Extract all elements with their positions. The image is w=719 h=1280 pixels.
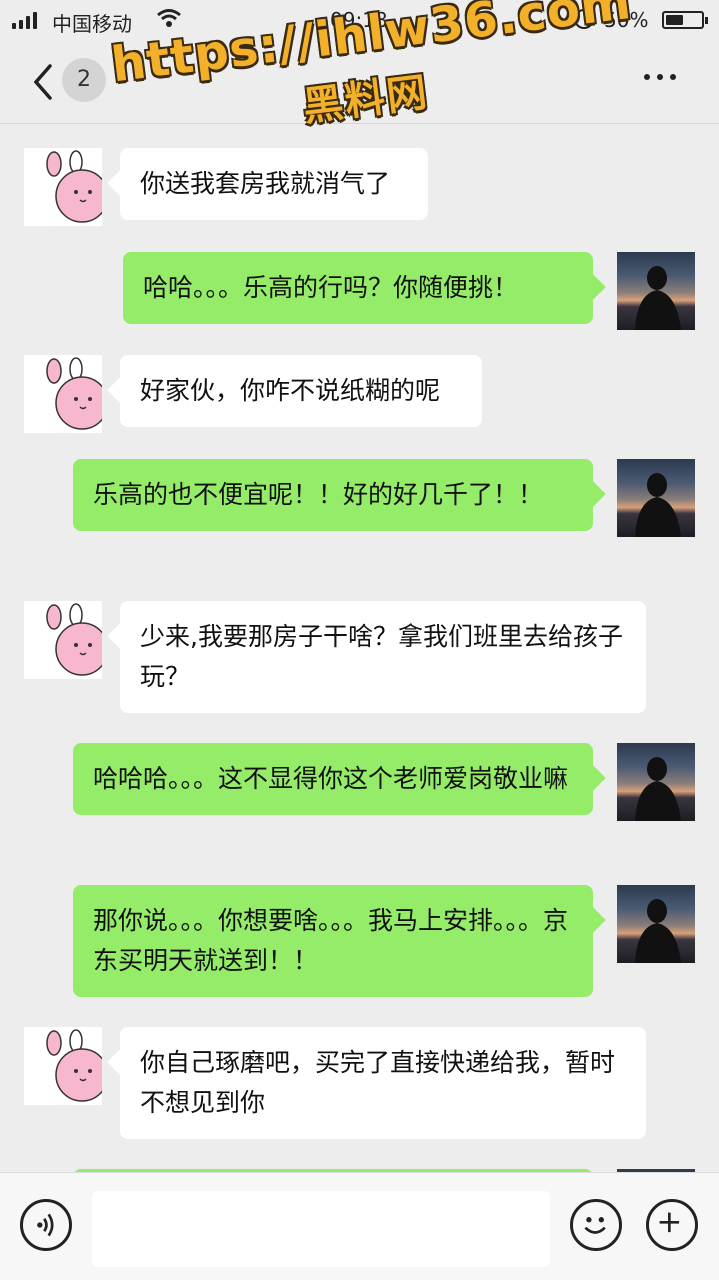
- unread-count-badge[interactable]: 2: [62, 58, 106, 102]
- received-message-bubble[interactable]: 好家伙，你咋不说纸糊的呢: [120, 355, 482, 427]
- my-avatar[interactable]: [617, 252, 695, 330]
- plus-icon[interactable]: [646, 1199, 698, 1251]
- sent-message-bubble[interactable]: 哈哈。。。乐高的行吗？你随便挑！: [123, 252, 593, 324]
- sent-message-bubble[interactable]: 哈哈哈。。。这不显得你这个老师爱岗敬业嘛: [73, 743, 593, 815]
- battery-icon: [662, 11, 708, 29]
- sent-message-bubble[interactable]: 乐高的也不便宜呢！！好的好几千了！！: [73, 459, 593, 531]
- my-avatar[interactable]: [617, 743, 695, 821]
- alarm-icon: [574, 9, 594, 29]
- emoji-icon[interactable]: [570, 1199, 622, 1251]
- back-chevron-icon[interactable]: [30, 62, 60, 102]
- my-avatar[interactable]: [617, 885, 695, 963]
- message-list[interactable]: 你送我套房我就消气了 哈哈。。。乐高的行吗？你随便挑！ 好家伙，你咋不说纸糊的呢…: [0, 124, 719, 1172]
- battery-percent: 50%: [604, 8, 649, 32]
- clock-time: 09:18: [330, 8, 388, 32]
- my-avatar[interactable]: [617, 459, 695, 537]
- status-bar: 中国移动 09:18 50%: [0, 0, 719, 40]
- message-input[interactable]: [92, 1191, 550, 1267]
- sent-message-bubble[interactable]: 那你说。。。你想要啥。。。我马上安排。。。京东买明天就送到！！: [73, 885, 593, 997]
- wifi-icon: [157, 9, 181, 27]
- signal-icon: [12, 11, 37, 29]
- contact-avatar[interactable]: [24, 355, 102, 433]
- received-message-bubble[interactable]: 你送我套房我就消气了: [120, 148, 428, 220]
- carrier-name: 中国移动: [52, 12, 132, 36]
- contact-avatar[interactable]: [24, 148, 102, 226]
- received-message-bubble[interactable]: 少来,我要那房子干啥？拿我们班里去给孩子玩？: [120, 601, 646, 713]
- received-message-bubble[interactable]: 你自己琢磨吧，买完了直接快递给我，暂时不想见到你: [120, 1027, 646, 1139]
- battery-level-fill: [666, 15, 683, 25]
- chat-header: 2: [0, 40, 719, 124]
- voice-icon[interactable]: [20, 1199, 72, 1251]
- contact-avatar[interactable]: [24, 1027, 102, 1105]
- contact-avatar[interactable]: [24, 601, 102, 679]
- input-bar: [0, 1172, 719, 1280]
- more-dots-icon[interactable]: [644, 74, 676, 80]
